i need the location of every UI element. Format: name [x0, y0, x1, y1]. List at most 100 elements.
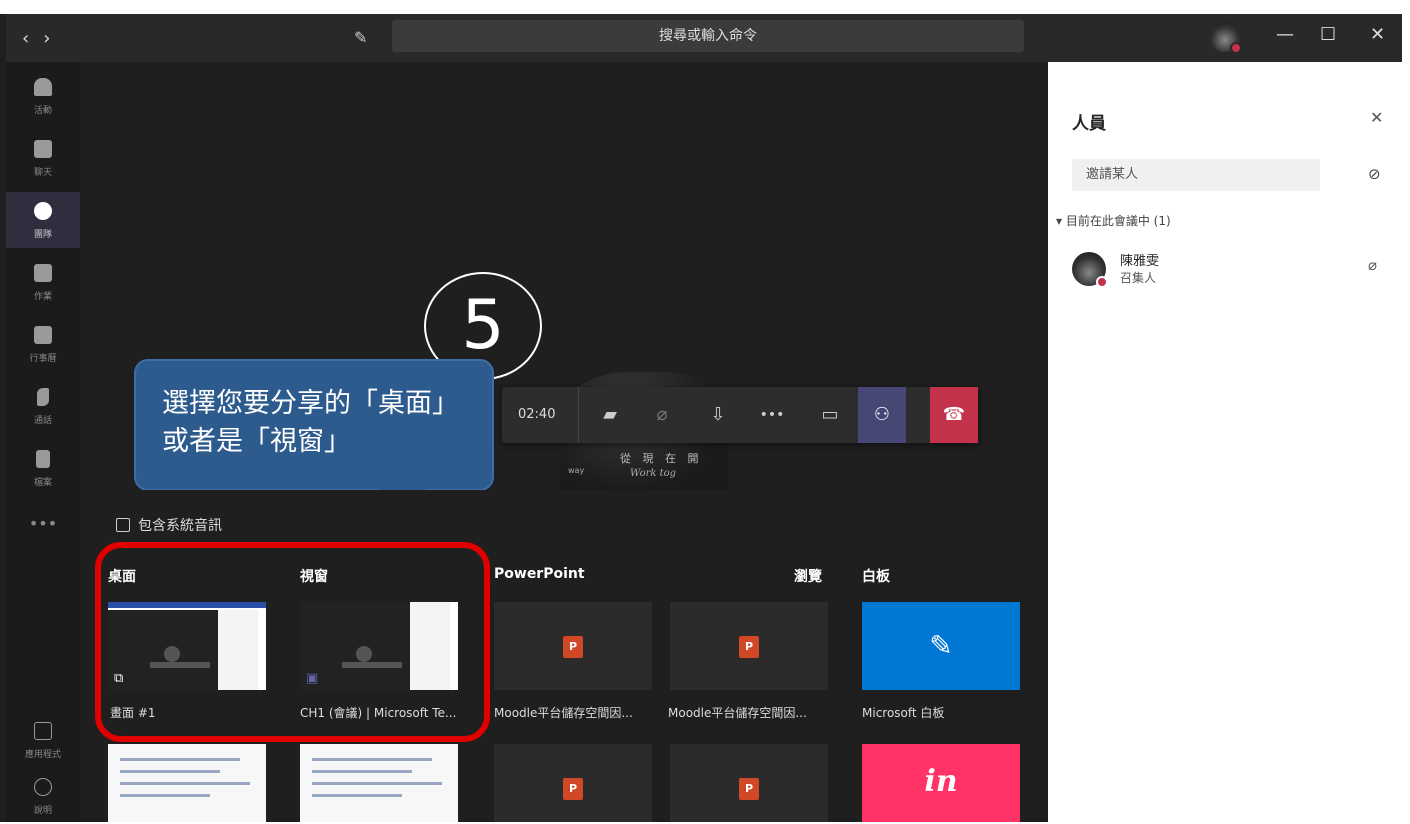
highlight-ring: [95, 542, 490, 742]
rail-item-label: 團隊: [33, 230, 52, 240]
top-strip: [0, 0, 1410, 14]
rail-item-label: 說明: [33, 806, 52, 816]
powerpoint-tile[interactable]: P: [494, 602, 652, 690]
more-apps-icon[interactable]: •••: [6, 514, 80, 533]
tile-label: Microsoft 白板: [862, 706, 945, 720]
tile-label: Moodle平台儲存空間因...: [494, 706, 633, 720]
rail-item-help[interactable]: 說明: [6, 768, 80, 824]
rail-item-label: 行事曆: [29, 354, 57, 364]
participant-role: 召集人: [1120, 271, 1157, 285]
invision-tile[interactable]: in: [862, 744, 1020, 822]
thumb-line: [312, 770, 412, 773]
chat-icon: [34, 140, 52, 158]
video-text: Work tog: [630, 468, 677, 479]
powerpoint-icon: P: [739, 778, 759, 800]
people-panel: 人員 ✕ 邀請某人 ⊘ ▾ 目前在此會議中 (1) 陳雅雯 召集人 ⌀: [1048, 62, 1402, 822]
avatar: [1072, 252, 1108, 288]
calendar-icon: [34, 326, 52, 344]
section-whiteboard: 白板: [862, 569, 890, 585]
file-icon: [36, 450, 50, 468]
rail-item-calls[interactable]: 通話: [6, 378, 80, 434]
rail-item-files[interactable]: 檔案: [6, 440, 80, 496]
close-icon[interactable]: ✕: [1370, 108, 1383, 127]
share-tray-icon[interactable]: ⇩: [694, 387, 742, 443]
video-text: 從 現 在 開: [620, 452, 703, 465]
mic-off-icon[interactable]: ⌀: [1368, 256, 1377, 274]
whiteboard-icon: ✎: [929, 629, 953, 662]
thumb-line: [120, 794, 210, 797]
call-controls: 02:40 ▰ ⌀ ⇩ ••• ▭ ⚇ ☎: [502, 387, 978, 443]
user-avatar[interactable]: [1210, 22, 1242, 54]
thumb-line: [312, 782, 442, 785]
powerpoint-tile[interactable]: P: [494, 744, 652, 822]
assignments-icon: [34, 264, 52, 282]
rail-item-calendar[interactable]: 行事曆: [6, 316, 80, 372]
hang-up-icon[interactable]: ☎: [930, 387, 978, 443]
compose-icon[interactable]: ✎: [354, 28, 367, 47]
bell-icon: [34, 78, 52, 96]
participants-section[interactable]: ▾ 目前在此會議中 (1): [1056, 212, 1171, 229]
forward-arrow-icon[interactable]: ›: [43, 28, 64, 49]
help-icon: [34, 778, 52, 796]
powerpoint-tile[interactable]: P: [670, 744, 828, 822]
nav-arrows: ‹›: [22, 28, 64, 49]
section-powerpoint: PowerPoint: [494, 566, 585, 582]
rail-item-label: 通話: [33, 416, 52, 426]
rail-item-label: 作業: [33, 292, 52, 302]
rail-item-assignments[interactable]: 作業: [6, 254, 80, 310]
chevron-down-icon: ▾: [1056, 214, 1066, 228]
whiteboard-tile[interactable]: ✎: [862, 602, 1020, 690]
rail-item-apps[interactable]: 應用程式: [6, 712, 80, 768]
teams-icon: [34, 202, 52, 220]
desktop-tile[interactable]: [108, 744, 266, 822]
more-actions-icon[interactable]: •••: [748, 387, 796, 443]
presence-dot: [1230, 42, 1242, 54]
rail-item-label: 活動: [33, 106, 52, 116]
video-text: way: [568, 466, 585, 475]
back-arrow-icon[interactable]: ‹: [22, 28, 43, 49]
mic-off-icon[interactable]: ⌀: [638, 387, 686, 443]
powerpoint-icon: P: [563, 778, 583, 800]
participant-name: 陳雅雯: [1120, 254, 1160, 269]
powerpoint-tile[interactable]: P: [670, 602, 828, 690]
thumb-line: [312, 758, 432, 761]
rail-item-label: 聊天: [33, 168, 52, 178]
rail-item-activity[interactable]: 活動: [6, 68, 80, 124]
participants-icon[interactable]: ⚇: [858, 387, 906, 443]
invite-input[interactable]: 邀請某人: [1072, 159, 1320, 191]
title-bar: ‹› ✎ 搜尋或輸入命令 — ☐ ✕: [6, 14, 1402, 62]
powerpoint-icon: P: [739, 636, 759, 658]
teams-window: ‹› ✎ 搜尋或輸入命令 — ☐ ✕ 活動 聊天 團隊 作業 行事曆 通話 檔案…: [0, 0, 1410, 822]
call-timer: 02:40: [518, 407, 556, 422]
close-button[interactable]: ✕: [1370, 24, 1385, 45]
include-audio-label: 包含系統音訊: [138, 518, 222, 534]
checkbox-icon: [116, 518, 130, 532]
instruction-callout: 選擇您要分享的「桌面」或者是「視窗」: [134, 359, 494, 491]
rail-item-teams[interactable]: 團隊: [6, 192, 80, 248]
apps-icon: [34, 722, 52, 740]
include-audio-checkbox[interactable]: 包含系統音訊: [116, 515, 222, 535]
powerpoint-icon: P: [563, 636, 583, 658]
presence-dot: [1096, 276, 1108, 288]
section-label: 目前在此會議中 (1): [1065, 214, 1171, 228]
window-tile[interactable]: [300, 744, 458, 822]
rail-item-label: 應用程式: [24, 750, 61, 760]
app-rail: 活動 聊天 團隊 作業 行事曆 通話 檔案 ••• 應用程式 說明: [6, 62, 80, 822]
divider: [578, 387, 579, 443]
rail-item-label: 檔案: [33, 478, 52, 488]
thumb-line: [120, 758, 240, 761]
tile-label: Moodle平台儲存空間因...: [668, 706, 807, 720]
panel-title: 人員: [1072, 114, 1106, 134]
camera-off-icon[interactable]: ▰: [586, 387, 634, 443]
chat-icon[interactable]: ▭: [806, 387, 854, 443]
minimize-button[interactable]: —: [1276, 24, 1294, 45]
thumb-line: [120, 770, 220, 773]
thumb-line: [312, 794, 402, 797]
link-icon[interactable]: ⊘: [1368, 165, 1381, 183]
phone-icon: [37, 388, 49, 406]
thumb-line: [120, 782, 250, 785]
browse-link[interactable]: 瀏覽: [794, 566, 822, 586]
maximize-button[interactable]: ☐: [1320, 24, 1336, 45]
rail-item-chat[interactable]: 聊天: [6, 130, 80, 186]
search-input[interactable]: 搜尋或輸入命令: [392, 20, 1024, 52]
